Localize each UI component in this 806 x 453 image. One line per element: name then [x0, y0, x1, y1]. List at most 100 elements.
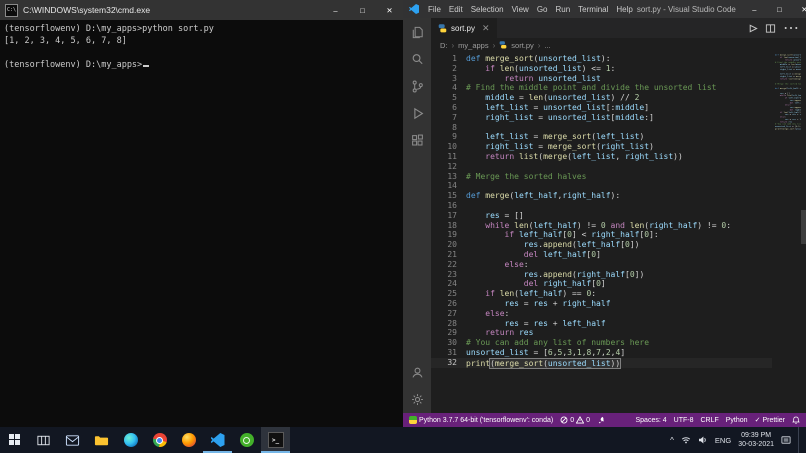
language-mode-item[interactable]: Python — [726, 417, 748, 424]
line-number[interactable]: 28 — [431, 319, 466, 329]
eol-item[interactable]: CRLF — [700, 417, 718, 424]
code-line[interactable]: 5 middle = len(unsorted_list) // 2 — [431, 93, 772, 103]
code-line[interactable]: 7 right_list = unsorted_list[middle:] — [431, 113, 772, 123]
menu-item-5[interactable]: Run — [551, 5, 574, 14]
line-number[interactable]: 6 — [431, 103, 466, 113]
line-number[interactable]: 32 — [431, 358, 466, 368]
code-line[interactable]: 23 res.append(right_half[0]) — [431, 270, 772, 280]
account-button[interactable] — [403, 359, 431, 386]
code-line[interactable]: 10 right_list = merge_sort(right_list) — [431, 142, 772, 152]
code-line[interactable]: 28 res = res + left_half — [431, 319, 772, 329]
vscode-maximize-button[interactable]: □ — [767, 0, 792, 18]
code-area[interactable]: 1def merge_sort(unsorted_list):2 if len(… — [431, 54, 772, 368]
line-number[interactable]: 13 — [431, 172, 466, 182]
taskbar-mail-button[interactable] — [58, 427, 87, 453]
line-number[interactable]: 17 — [431, 211, 466, 221]
formatter-item[interactable]: ✓ Prettier — [755, 416, 785, 424]
line-number[interactable]: 29 — [431, 328, 466, 338]
code-line[interactable]: 31unsorted_list = [6,5,3,1,8,7,2,4] — [431, 348, 772, 358]
line-number[interactable]: 10 — [431, 142, 466, 152]
menu-item-1[interactable]: Edit — [445, 5, 467, 14]
vscode-minimize-button[interactable]: – — [742, 0, 767, 18]
run-debug-button[interactable] — [403, 100, 431, 127]
run-python-file-button[interactable] — [747, 23, 758, 34]
more-actions-button[interactable]: ⋯ — [783, 18, 799, 38]
task-view-button[interactable] — [29, 427, 58, 453]
action-center-icon[interactable] — [781, 435, 791, 445]
split-editor-button[interactable] — [765, 23, 776, 34]
chrome-button[interactable] — [145, 427, 174, 453]
line-number[interactable]: 1 — [431, 54, 466, 64]
tab-sort-py[interactable]: sort.py ✕ — [431, 18, 497, 38]
code-editor[interactable]: 1def merge_sort(unsorted_list):2 if len(… — [431, 52, 806, 413]
anaconda-button[interactable] — [232, 427, 261, 453]
line-number[interactable]: 12 — [431, 162, 466, 172]
code-line[interactable]: 18 while len(left_half) != 0 and len(rig… — [431, 221, 772, 231]
line-number[interactable]: 27 — [431, 309, 466, 319]
line-number[interactable]: 21 — [431, 250, 466, 260]
settings-button[interactable] — [403, 386, 431, 413]
code-line[interactable]: 16 — [431, 201, 772, 211]
breadcrumb-file[interactable]: sort.py — [511, 41, 534, 50]
menu-item-0[interactable]: File — [424, 5, 445, 14]
code-line[interactable]: 22 else: — [431, 260, 772, 270]
line-number[interactable]: 2 — [431, 64, 466, 74]
firefox-button[interactable] — [174, 427, 203, 453]
menu-item-6[interactable]: Terminal — [574, 5, 612, 14]
encoding-item[interactable]: UTF-8 — [674, 417, 694, 424]
line-number[interactable]: 14 — [431, 181, 466, 191]
code-line[interactable]: 19 if left_half[0] < right_half[0]: — [431, 230, 772, 240]
line-number[interactable]: 5 — [431, 93, 466, 103]
line-number[interactable]: 4 — [431, 83, 466, 93]
taskbar-vscode-button[interactable] — [203, 427, 232, 453]
code-line[interactable]: 32print(merge_sort(unsorted_list)) — [431, 358, 772, 368]
source-control-button[interactable] — [403, 73, 431, 100]
line-number[interactable]: 31 — [431, 348, 466, 358]
start-button[interactable] — [0, 427, 29, 453]
notifications-bell-icon[interactable] — [792, 416, 800, 424]
code-line[interactable]: 1def merge_sort(unsorted_list): — [431, 54, 772, 64]
code-line[interactable]: 12 — [431, 162, 772, 172]
line-number[interactable]: 18 — [431, 221, 466, 231]
vscode-titlebar[interactable]: FileEditSelectionViewGoRunTerminalHelp s… — [403, 0, 806, 18]
code-line[interactable]: 17 res = [] — [431, 211, 772, 221]
line-number[interactable]: 16 — [431, 201, 466, 211]
line-number[interactable]: 8 — [431, 123, 466, 133]
explorer-button[interactable] — [403, 19, 431, 46]
code-line[interactable]: 13# Merge the sorted halves — [431, 172, 772, 182]
vscode-close-button[interactable]: ✕ — [792, 0, 806, 18]
code-line[interactable]: 30# You can add any list of numbers here — [431, 338, 772, 348]
code-line[interactable]: 4# Find the middle point and divide the … — [431, 83, 772, 93]
breadcrumb-symbol[interactable]: ... — [544, 41, 550, 50]
line-number[interactable]: 7 — [431, 113, 466, 123]
line-number[interactable]: 23 — [431, 270, 466, 280]
line-number[interactable]: 20 — [431, 240, 466, 250]
line-number[interactable]: 9 — [431, 132, 466, 142]
cmd-minimize-button[interactable]: – — [322, 0, 349, 20]
cmd-titlebar[interactable]: C:\ C:\WINDOWS\system32\cmd.exe – □ ✕ — [0, 0, 403, 20]
code-line[interactable]: 3 return unsorted_list — [431, 74, 772, 84]
breadcrumb-folder[interactable]: my_apps — [458, 41, 488, 50]
line-number[interactable]: 30 — [431, 338, 466, 348]
speaker-icon[interactable] — [698, 435, 708, 445]
code-line[interactable]: 15def merge(left_half,right_half): — [431, 191, 772, 201]
search-button[interactable] — [403, 46, 431, 73]
taskbar-clock[interactable]: 09:39 PM 30-03-2021 — [738, 431, 774, 449]
code-line[interactable]: 9 left_list = merge_sort(left_list) — [431, 132, 772, 142]
editor-scrollbar[interactable] — [801, 210, 806, 244]
file-explorer-button[interactable] — [87, 427, 116, 453]
cmd-close-button[interactable]: ✕ — [376, 0, 403, 20]
cmd-terminal-output[interactable]: (tensorflowenv) D:\my_apps>python sort.p… — [0, 20, 403, 74]
code-line[interactable]: 14 — [431, 181, 772, 191]
code-line[interactable]: 20 res.append(left_half[0]) — [431, 240, 772, 250]
tab-close-icon[interactable]: ✕ — [482, 23, 490, 34]
line-number[interactable]: 24 — [431, 279, 466, 289]
line-number[interactable]: 15 — [431, 191, 466, 201]
code-line[interactable]: 25 if len(left_half) == 0: — [431, 289, 772, 299]
language-indicator[interactable]: ENG — [715, 436, 731, 445]
code-line[interactable]: 11 return list(merge(left_list, right_li… — [431, 152, 772, 162]
cmd-maximize-button[interactable]: □ — [349, 0, 376, 20]
code-line[interactable]: 8 — [431, 123, 772, 133]
indentation-item[interactable]: Spaces: 4 — [636, 417, 667, 424]
code-line[interactable]: 27 else: — [431, 309, 772, 319]
